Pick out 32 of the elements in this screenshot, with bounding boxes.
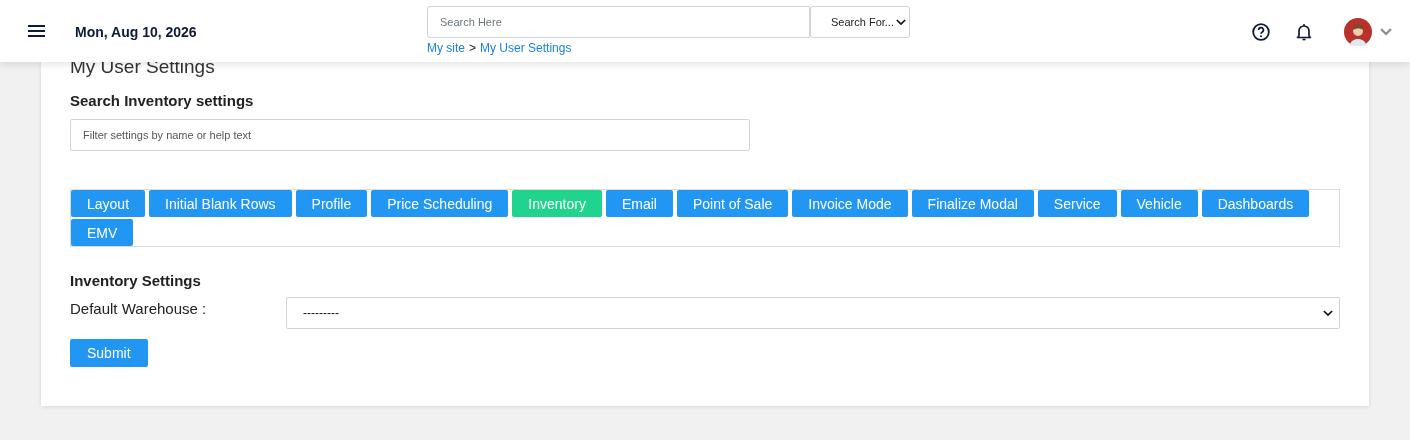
help-icon[interactable] xyxy=(1252,23,1270,41)
settings-tab[interactable]: Point of Sale xyxy=(676,190,789,217)
settings-tab[interactable]: Finalize Modal xyxy=(911,190,1034,217)
section-heading: Inventory Settings xyxy=(70,272,202,289)
breadcrumb-link[interactable]: My site xyxy=(427,41,465,55)
chevron-down-icon xyxy=(1380,28,1392,36)
avatar-icon[interactable] xyxy=(1344,18,1372,46)
settings-tab[interactable]: Profile xyxy=(295,190,368,217)
breadcrumb-link[interactable]: My User Settings xyxy=(480,41,572,55)
submit-button[interactable]: Submit xyxy=(70,339,148,367)
settings-tab[interactable]: Invoice Mode xyxy=(792,190,908,217)
settings-tab[interactable]: Initial Blank Rows xyxy=(149,190,292,217)
settings-tab[interactable]: Price Scheduling xyxy=(371,190,509,217)
breadcrumb-separator: > xyxy=(469,41,477,55)
filter-field[interactable]: Filter settings by name or help text xyxy=(70,119,750,151)
settings-tab[interactable]: Dashboards xyxy=(1201,190,1310,217)
bell-icon[interactable] xyxy=(1296,23,1312,41)
settings-tab[interactable]: Vehicle xyxy=(1120,190,1198,217)
menu-icon[interactable] xyxy=(28,24,45,38)
search-for-dropdown[interactable]: Search For... xyxy=(810,6,910,38)
search-field[interactable]: Search Here xyxy=(427,6,810,38)
settings-tab[interactable]: EMV xyxy=(71,219,134,246)
settings-tab[interactable]: Inventory xyxy=(512,190,602,217)
caret-icon xyxy=(1323,309,1333,317)
settings-tab[interactable]: Email xyxy=(605,190,673,217)
settings-tab[interactable]: Service xyxy=(1037,190,1117,217)
field-label: Default Warehouse : xyxy=(70,299,208,319)
caret-icon xyxy=(896,18,906,26)
settings-tab[interactable]: Layout xyxy=(71,190,146,217)
section-heading: Search Inventory settings xyxy=(70,92,255,109)
warehouse-dropdown[interactable]: --------- xyxy=(286,297,1340,329)
current-date: Mon, Aug 10, 2026 xyxy=(75,24,198,40)
